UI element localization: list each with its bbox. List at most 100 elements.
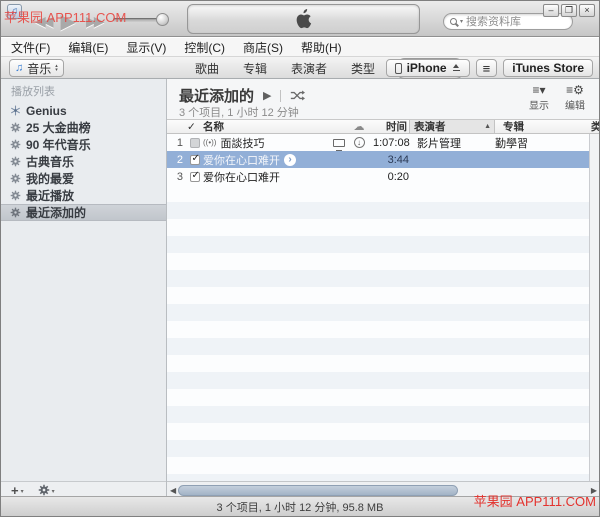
column-header-artist[interactable]: 表演者 ▲ — [409, 120, 495, 133]
status-summary: 3 个项目, 1 小时 12 分钟, 95.8 MB — [217, 499, 384, 515]
column-header-artist-label: 表演者 — [414, 119, 446, 134]
iphone-icon — [395, 63, 402, 74]
cloud-icon[interactable]: ☁ — [345, 120, 373, 133]
tab-artists[interactable]: 表演者 — [287, 59, 331, 78]
close-button[interactable]: × — [579, 4, 595, 17]
horizontal-scrollbar-thumb[interactable] — [178, 485, 458, 496]
table-header: ✓ 名称 ☁ 时间 表演者 ▲ 专辑 类 — [167, 119, 599, 134]
sidebar-item-top25[interactable]: 25 大金曲榜 — [1, 119, 166, 136]
menu-file[interactable]: 文件(F) — [11, 39, 50, 56]
itunes-window: ♫ ◀◀ ▶ ▶▶ ▾ – ❐ × 苹果园 APP111.COM 文件(F) 编… — [0, 0, 600, 517]
sidebar-item-label: 我的最爱 — [26, 170, 74, 187]
column-header-name[interactable]: 名称 — [203, 120, 224, 133]
genius-icon — [10, 105, 21, 116]
track-name: 面談技巧 — [220, 135, 264, 151]
vertical-scrollbar[interactable] — [589, 134, 599, 481]
sidebar-item-recently-added[interactable]: 最近添加的 — [1, 204, 166, 221]
empty-row-stripes — [167, 185, 589, 481]
sidebar-item-recently-played[interactable]: 最近播放 — [1, 187, 166, 204]
device-button[interactable]: iPhone — [386, 59, 470, 77]
search-icon — [450, 18, 457, 25]
track-name: 爱你在心口难开 — [203, 152, 280, 168]
sidebar-item-label: 古典音乐 — [26, 153, 74, 170]
window-controls: – ❐ × — [543, 4, 595, 17]
sidebar-item-label: 最近添加的 — [26, 204, 86, 221]
sidebar-item-classical[interactable]: 古典音乐 — [1, 153, 166, 170]
search-input[interactable] — [466, 16, 566, 28]
track-checkbox[interactable] — [190, 138, 200, 148]
playlist-title: 最近添加的 — [179, 85, 254, 106]
sidebar-item-label: 最近播放 — [26, 187, 74, 204]
table-row[interactable]: 2 爱你在心口难开 › 3:44 — [167, 151, 589, 168]
library-selector[interactable]: ♫ 音乐 ▴▾ — [9, 59, 64, 77]
chevron-down-icon: ▾ — [460, 18, 463, 25]
minimize-button[interactable]: – — [543, 4, 559, 17]
column-header-check[interactable]: ✓ — [187, 120, 196, 133]
track-artist: 影片管理 — [409, 135, 491, 151]
list-gear-icon: ≡⚙ — [566, 84, 584, 96]
gear-icon — [38, 484, 50, 496]
gear-icon — [10, 139, 21, 150]
view-options-label: 显示 — [529, 97, 549, 112]
sidebar-item-genius[interactable]: Genius — [1, 102, 166, 119]
menu-edit[interactable]: 编辑(E) — [68, 39, 108, 56]
volume-knob[interactable] — [156, 13, 169, 26]
itunes-store-button[interactable]: iTunes Store — [503, 59, 593, 77]
edit-playlist-button[interactable]: ≡⚙ 编辑 — [565, 84, 585, 112]
tab-genres[interactable]: 类型 — [347, 59, 379, 78]
tab-albums[interactable]: 专辑 — [239, 59, 271, 78]
tab-songs[interactable]: 歌曲 — [191, 59, 223, 78]
playlists-sidebar: 播放列表 Genius 25 大金曲榜 — [1, 79, 167, 498]
track-time: 0:20 — [373, 171, 409, 183]
sort-ascending-icon: ▲ — [484, 123, 491, 130]
scroll-left-arrow[interactable]: ◀ — [170, 486, 176, 495]
eject-icon[interactable] — [452, 64, 461, 73]
playlist-actions-button[interactable]: ▾ — [38, 484, 55, 496]
library-selector-label: 音乐 — [27, 60, 51, 77]
tv-show-icon — [333, 139, 345, 147]
cloud-download-icon[interactable]: ↓ — [354, 137, 365, 148]
menu-controls[interactable]: 控制(C) — [184, 39, 225, 56]
body-area: 播放列表 Genius 25 大金曲榜 — [1, 79, 599, 498]
chevron-down-icon: ▾ — [52, 488, 55, 496]
play-playlist-button[interactable]: ▶ — [263, 89, 271, 102]
chevron-down-icon: ▾ — [21, 488, 24, 496]
table-row[interactable]: 1 ((•)) 面談技巧 ↓ 1:07:08 影片管理 勤學習 — [167, 134, 589, 151]
track-checkbox[interactable] — [190, 155, 200, 165]
menu-store[interactable]: 商店(S) — [243, 39, 283, 56]
column-header-time[interactable]: 时间 — [371, 120, 407, 133]
sidebar-menu-button[interactable]: ≡ — [476, 59, 498, 77]
device-button-label: iPhone — [407, 61, 447, 75]
menu-bar: 文件(F) 编辑(E) 显示(V) 控制(C) 商店(S) 帮助(H) — [1, 38, 599, 57]
watermark-bottom: 苹果园 APP111.COM — [474, 491, 596, 510]
menu-help[interactable]: 帮助(H) — [301, 39, 342, 56]
track-album: 勤學習 — [491, 135, 583, 151]
gear-icon — [10, 156, 21, 167]
table-row[interactable]: 3 爱你在心口难开 0:20 — [167, 168, 589, 185]
column-header-genre[interactable]: 类 — [591, 120, 600, 133]
column-header-album[interactable]: 专辑 — [499, 120, 524, 133]
add-playlist-button[interactable]: + ▾ — [11, 485, 24, 496]
track-number: 3 — [167, 171, 187, 183]
updown-arrows-icon: ▴▾ — [55, 64, 58, 72]
playlist-summary: 3 个项目, 1 小时 12 分钟 — [179, 104, 299, 120]
menu-view[interactable]: 显示(V) — [126, 39, 166, 56]
track-checkbox[interactable] — [190, 172, 200, 182]
sidebar-item-label: Genius — [26, 104, 67, 118]
track-detail-arrow-icon[interactable]: › — [284, 154, 296, 166]
track-list: 1 ((•)) 面談技巧 ↓ 1:07:08 影片管理 勤學習 2 — [167, 134, 589, 185]
toolbar: ♫ 音乐 ▴▾ 歌曲 专辑 表演者 类型 播放列表 iPhone ≡ iTune… — [1, 57, 599, 79]
sidebar-item-favorites[interactable]: 我的最爱 — [1, 170, 166, 187]
track-time: 3:44 — [373, 154, 409, 166]
broadcast-icon: ((•)) — [203, 138, 216, 147]
main-content: 最近添加的 ▶ 3 个项目, 1 小时 12 分钟 ≡▾ 显示 — [167, 79, 599, 498]
toolbar-right-group: iPhone ≡ iTunes Store — [386, 59, 593, 77]
sidebar-item-90s-music[interactable]: 90 年代音乐 — [1, 136, 166, 153]
shuffle-icon[interactable] — [290, 90, 305, 101]
playlist-header: 最近添加的 ▶ 3 个项目, 1 小时 12 分钟 ≡▾ 显示 — [167, 79, 599, 119]
maximize-button[interactable]: ❐ — [561, 4, 577, 17]
music-note-icon: ♫ — [15, 62, 23, 74]
gear-icon — [10, 122, 21, 133]
view-options-button[interactable]: ≡▾ 显示 — [529, 84, 549, 112]
watermark-top: 苹果园 APP111.COM — [4, 7, 126, 26]
